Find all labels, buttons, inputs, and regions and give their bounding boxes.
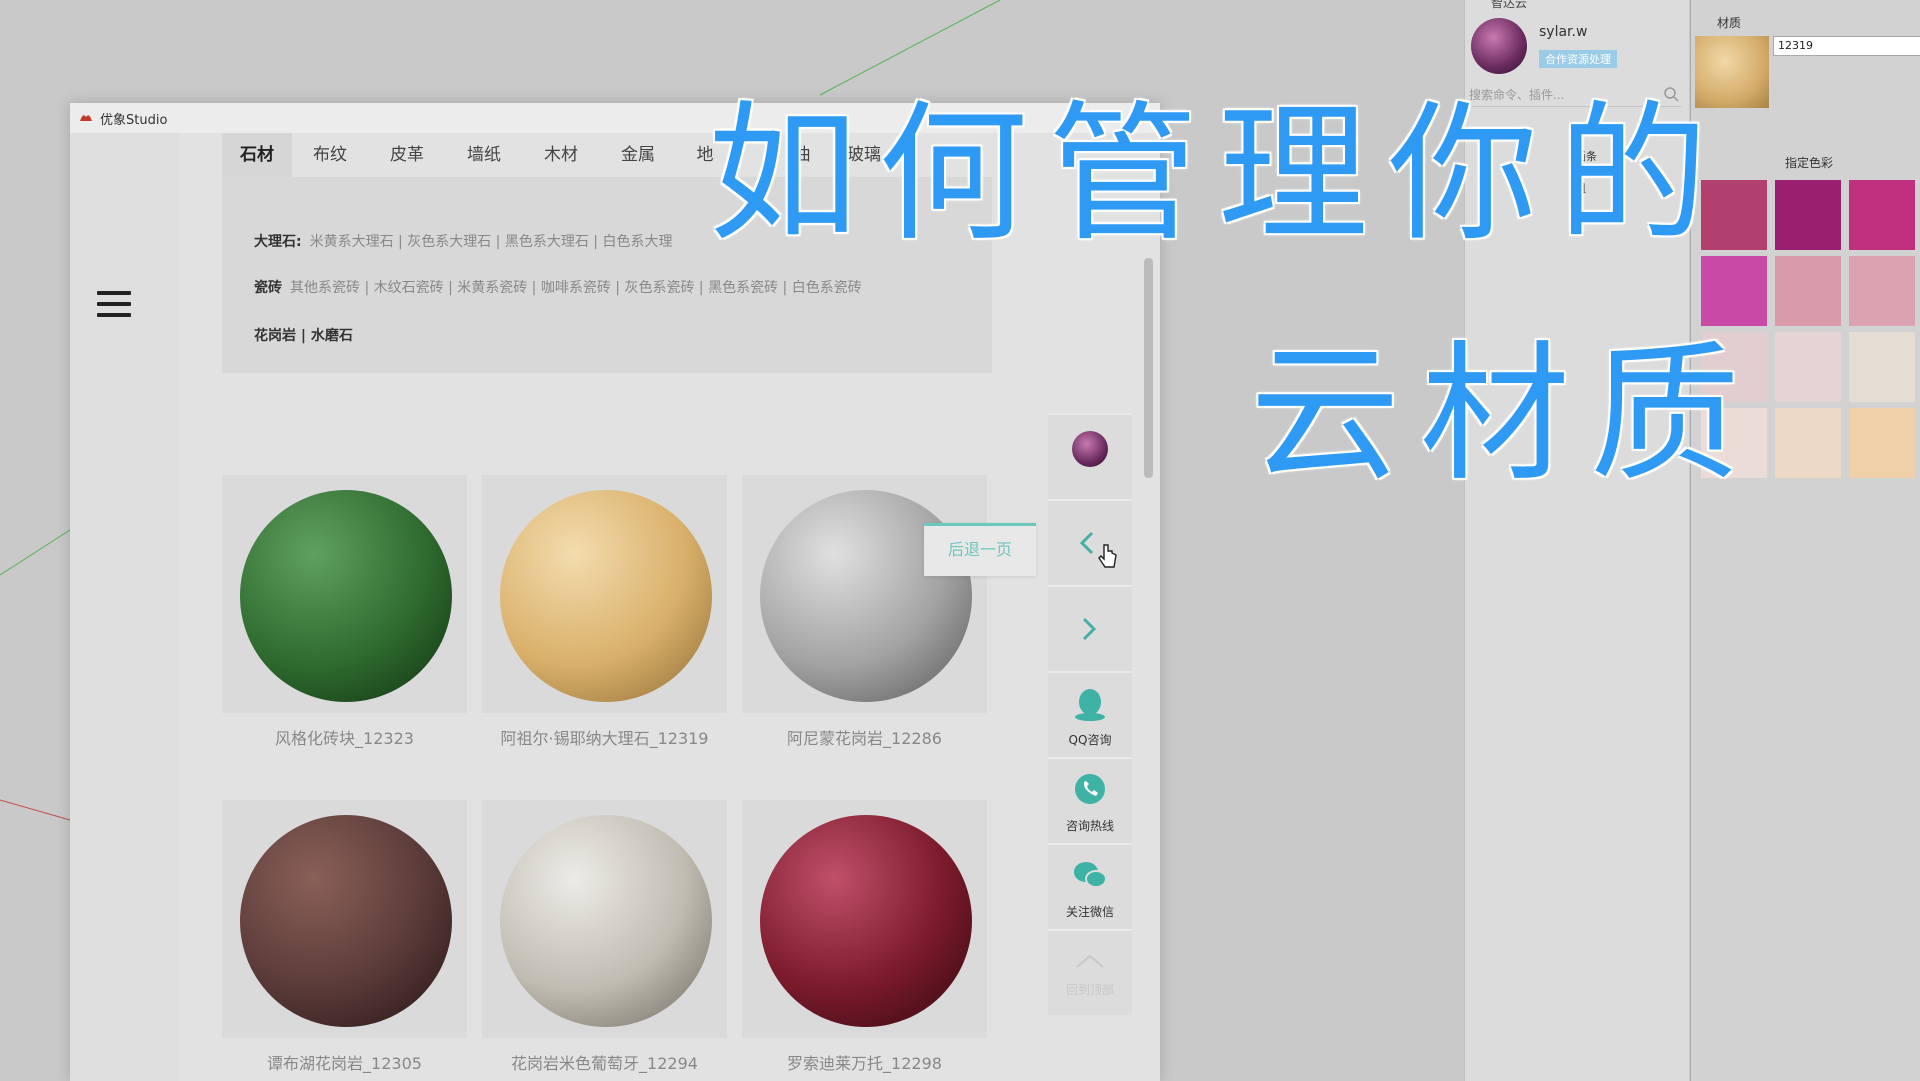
category-items[interactable]: 其他系瓷砖 | 木纹石瓷砖 | 米黄系瓷砖 | 咖啡系瓷砖 | 灰色系瓷砖 | … [290,280,862,296]
tab-wood[interactable]: 木材 [531,133,591,177]
cloud-panel-title: 智达云 [1491,0,1528,10]
phone-icon [1075,774,1105,804]
material-sphere[interactable] [240,490,452,702]
category-row-marble[interactable]: 大理石: 米黄系大理石 | 灰色系大理石 | 黑色系大理石 | 白色系大理 [254,231,672,251]
category-label[interactable]: 花岗岩 | 水磨石 [254,328,353,344]
chevron-up-icon [1076,954,1104,968]
color-swatch[interactable] [1849,408,1915,478]
material-name[interactable]: 风格化砖块_12323 [222,725,467,749]
material-card[interactable]: 罗索迪莱万托_12298 [742,800,987,1081]
material-card[interactable]: 花岗岩米色葡萄牙_12294 [482,800,727,1081]
app-title: 优象Studio [100,113,168,128]
material-name[interactable]: 罗索迪莱万托_12298 [742,1050,987,1074]
material-card[interactable]: 谭布湖花岗岩_12305 [222,800,467,1081]
forward-page-button[interactable] [1048,585,1132,671]
category-row-granite[interactable]: 花岗岩 | 水磨石 [254,325,361,345]
material-sphere[interactable] [240,815,452,1027]
tab-metal[interactable]: 金属 [608,133,668,177]
app-logo-icon [80,115,92,121]
headline-line1: 如何管理你的 [708,88,1729,262]
category-label: 大理石: [254,234,302,250]
color-section-title: 指定色彩 [1785,156,1834,170]
color-swatch[interactable] [1775,408,1841,478]
material-name[interactable]: 花岗岩米色葡萄牙_12294 [482,1050,727,1074]
avatar[interactable] [1471,18,1527,74]
material-id-input[interactable]: 12319 [1773,36,1920,56]
back-to-top-button[interactable]: 回到顶部 [1048,929,1132,1015]
color-swatch[interactable] [1775,256,1841,326]
material-name[interactable]: 阿祖尔·锡耶纳大理石_12319 [482,725,727,749]
wechat-icon [1074,862,1107,888]
headline-line2: 云材质 [1250,328,1761,502]
material-panel-title: 材质 [1717,16,1742,30]
tab-fabric[interactable]: 布纹 [300,133,360,177]
color-swatch[interactable] [1775,180,1841,250]
category-label: 瓷砖 [254,280,282,296]
hotline-button[interactable]: 咨询热线 [1048,757,1132,843]
color-swatch[interactable] [1701,256,1767,326]
user-name: sylar.w [1539,24,1588,40]
category-items[interactable]: 米黄系大理石 | 灰色系大理石 | 黑色系大理石 | 白色系大理 [310,234,673,250]
material-sphere[interactable] [760,490,972,702]
material-name[interactable]: 谭布湖花岗岩_12305 [222,1050,467,1074]
hotline-label: 咨询热线 [1065,819,1114,833]
material-card[interactable]: 阿祖尔·锡耶纳大理石_12319 [482,475,727,790]
wechat-label: 关注微信 [1065,905,1114,919]
avatar-button[interactable] [1048,413,1132,499]
qq-label: QQ咨询 [1068,733,1112,747]
material-name[interactable]: 阿尼蒙花岗岩_12286 [742,725,987,749]
menu-icon[interactable] [97,291,131,321]
material-sphere[interactable] [500,490,712,702]
color-swatch[interactable] [1849,332,1915,402]
cursor-hand-icon [1098,544,1117,568]
scrollbar[interactable] [1144,258,1153,478]
chevron-right-icon [1082,617,1097,641]
qq-consult-button[interactable]: QQ咨询 [1048,671,1132,757]
back-to-top-label: 回到顶部 [1065,983,1114,997]
category-row-tile[interactable]: 瓷砖 其他系瓷砖 | 木纹石瓷砖 | 米黄系瓷砖 | 咖啡系瓷砖 | 灰色系瓷砖 … [254,277,862,297]
back-page-button[interactable] [1048,499,1132,585]
material-sphere[interactable] [500,815,712,1027]
material-sphere[interactable] [760,815,972,1027]
color-swatch[interactable] [1849,256,1915,326]
left-nav [70,133,178,1081]
tab-wallpaper[interactable]: 墙纸 [454,133,514,177]
color-swatch[interactable] [1775,332,1841,402]
tab-stone[interactable]: 石材 [222,133,292,177]
wechat-button[interactable]: 关注微信 [1048,843,1132,929]
back-page-tooltip: 后退一页 [924,523,1036,576]
tab-leather[interactable]: 皮革 [377,133,437,177]
qq-icon [1075,689,1105,721]
chevron-left-icon [1079,531,1094,555]
avatar [1072,431,1108,467]
material-card[interactable]: 风格化砖块_12323 [222,475,467,790]
color-swatch[interactable] [1849,180,1915,250]
cooperation-badge[interactable]: 合作资源处理 [1539,50,1617,68]
